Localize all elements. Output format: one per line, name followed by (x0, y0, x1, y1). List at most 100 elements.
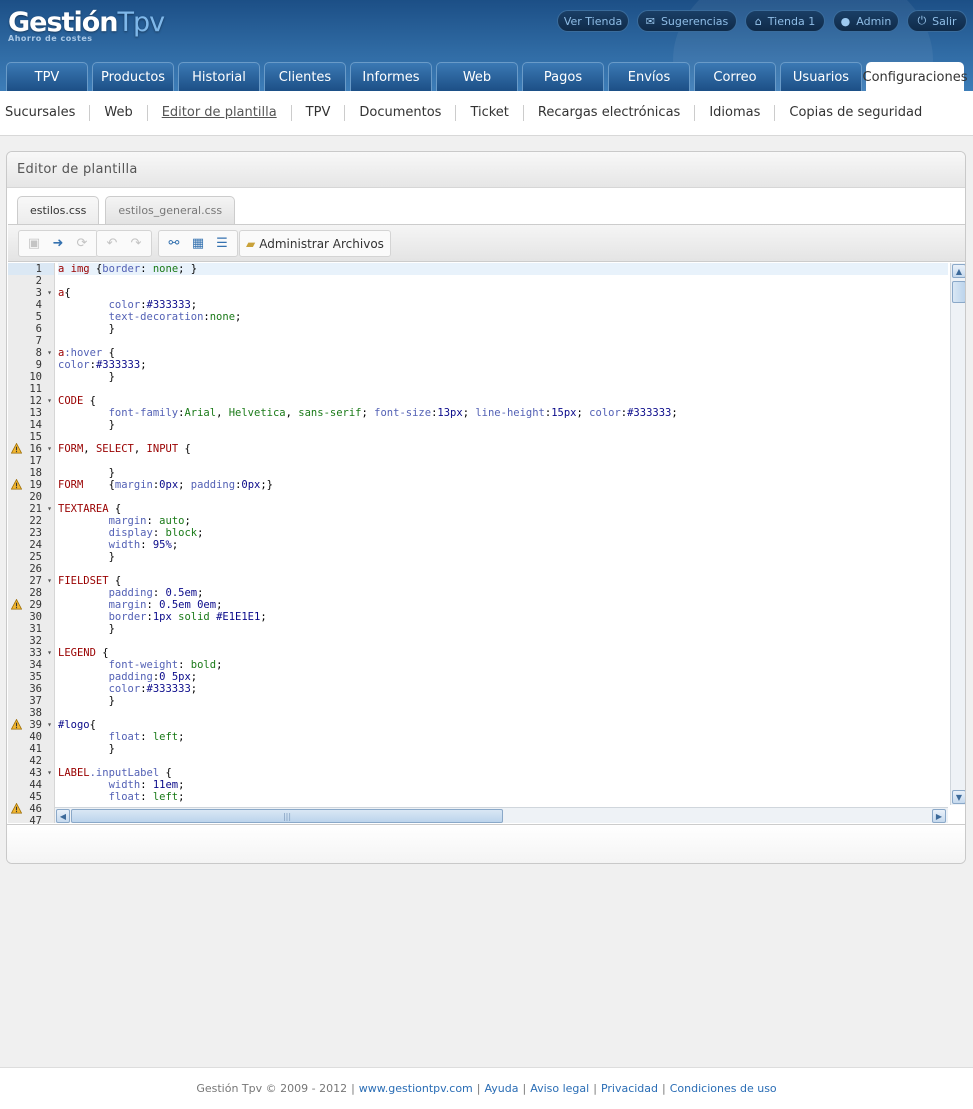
fold-arrow-icon[interactable]: ▾ (47, 767, 52, 779)
horizontal-scrollbar[interactable]: ◀ ||| ▶ (55, 807, 948, 823)
format-icon[interactable]: ☰ (211, 234, 233, 254)
footer-link-aviso-legal[interactable]: Aviso legal (530, 1082, 589, 1095)
line-number: 4 (35, 299, 42, 311)
vertical-scroll-thumb[interactable] (952, 281, 965, 303)
subnav-tpv[interactable]: TPV (292, 105, 346, 121)
fold-arrow-icon[interactable]: ▾ (47, 719, 52, 731)
code-editor[interactable]: 1 2 3 ▾ 4 5 6 7 8 ▾ 9 10 11 12 ▾ 13 14 15 16 ▾ 17 18 19 20 21 ▾ 22… (8, 263, 965, 827)
warning-icon[interactable] (10, 478, 23, 490)
subnav-recargas[interactable]: Recargas electrónicas (524, 105, 696, 121)
tienda-link[interactable]: ⌂ Tienda 1 (745, 10, 825, 32)
scroll-right-icon[interactable]: ▶ (932, 809, 946, 823)
salir-link[interactable]: ⏻ Salir (907, 10, 967, 32)
tab-usuarios[interactable]: Usuarios (780, 62, 862, 91)
tab-informes[interactable]: Informes (350, 62, 432, 91)
ver-tienda-link[interactable]: Ver Tienda (557, 10, 629, 32)
line-number: 36 (29, 683, 42, 695)
admin-link[interactable]: ● Admin (833, 10, 899, 32)
scroll-down-icon[interactable]: ▼ (952, 790, 965, 804)
undo-icon[interactable]: ↶ (101, 234, 123, 254)
tab-configuraciones[interactable]: Configuraciones (863, 62, 968, 91)
line-number: 46 (8, 802, 54, 815)
subnav-ticket[interactable]: Ticket (456, 105, 524, 121)
subnav-documentos[interactable]: Documentos (345, 105, 457, 121)
fullscreen-icon[interactable]: ▦ (187, 234, 209, 254)
fold-arrow-icon[interactable]: ▾ (47, 647, 52, 659)
horizontal-scroll-thumb[interactable]: ||| (71, 809, 503, 823)
logo[interactable]: GestiónTpv Ahorro de costes (8, 8, 165, 44)
tab-clientes[interactable]: Clientes (264, 62, 346, 91)
fold-arrow-icon[interactable]: ▾ (47, 395, 52, 407)
folder-icon: ▰ (246, 236, 256, 251)
subnav-editor-plantilla[interactable]: Editor de plantilla (148, 105, 292, 121)
line-number: 17 (29, 455, 42, 467)
footer-link-condiciones[interactable]: Condiciones de uso (670, 1082, 777, 1095)
copyright-text: Gestión Tpv © 2009 - 2012 (196, 1082, 348, 1095)
manage-files-group: ▰ Administrar Archivos (239, 230, 391, 257)
fold-arrow-icon[interactable]: ▾ (47, 575, 52, 587)
history-group: ↶ ↷ (96, 230, 152, 257)
save-icon[interactable]: ▣ (23, 234, 45, 254)
line-number: 12 ▾ (29, 395, 52, 407)
fold-arrow-icon[interactable]: ▾ (47, 287, 52, 299)
redo-icon[interactable]: ↷ (125, 234, 147, 254)
file-tabs: estilos.css estilos_general.css (17, 196, 236, 224)
sugerencias-link[interactable]: ✉ Sugerencias (637, 10, 737, 32)
warning-icon[interactable] (10, 718, 23, 730)
editor-toolbar: ▣ ➜ ⟳ ↶ ↷ ⚯ ▦ ☰ ▰ Administrar Archivos (8, 224, 965, 262)
fold-arrow-icon[interactable]: ▾ (47, 443, 52, 455)
separator: | (351, 1082, 355, 1095)
arrow-right-icon[interactable]: ➜ (47, 234, 69, 254)
code-line: TEXTAREA { (58, 503, 122, 515)
line-number: 6 (35, 323, 42, 335)
manage-files-label: Administrar Archivos (259, 236, 384, 251)
file-tab-estilos[interactable]: estilos.css (17, 196, 100, 224)
subnav-copias-seguridad[interactable]: Copias de seguridad (775, 105, 936, 121)
subnav-idiomas[interactable]: Idiomas (695, 105, 776, 121)
refresh-icon[interactable]: ⟳ (71, 234, 93, 254)
line-number: 23 (29, 527, 42, 539)
footer-link-ayuda[interactable]: Ayuda (485, 1082, 519, 1095)
scroll-up-icon[interactable]: ▲ (952, 264, 965, 278)
vertical-scrollbar[interactable]: ▲ ▼ (950, 263, 965, 805)
sub-nav: Sucursales Web Editor de plantilla TPV D… (0, 91, 973, 136)
footer-link-privacidad[interactable]: Privacidad (601, 1082, 658, 1095)
file-actions-group: ▣ ➜ ⟳ (18, 230, 98, 257)
line-number: 13 (29, 407, 42, 419)
subnav-sucursales[interactable]: Sucursales (0, 105, 91, 121)
sugerencias-label: Sugerencias (660, 14, 729, 28)
panel-footer (7, 824, 965, 863)
warning-icon[interactable] (10, 442, 23, 454)
tab-productos[interactable]: Productos (92, 62, 174, 91)
tab-envios[interactable]: Envíos (608, 62, 690, 91)
tab-pagos[interactable]: Pagos (522, 62, 604, 91)
code-line: } (58, 323, 115, 335)
scroll-left-icon[interactable]: ◀ (56, 809, 70, 823)
line-number: 20 (29, 491, 42, 503)
line-number: 16 ▾ (8, 442, 54, 455)
code-line: display: block; (108, 527, 204, 539)
fold-arrow-icon[interactable]: ▾ (47, 503, 52, 515)
tab-historial[interactable]: Historial (178, 62, 260, 91)
code-line: } (58, 371, 115, 383)
code-line: } (58, 551, 115, 563)
subnav-web[interactable]: Web (90, 105, 148, 121)
tab-correo[interactable]: Correo (694, 62, 776, 91)
manage-files-button[interactable]: ▰ Administrar Archivos (244, 234, 386, 254)
tab-tpv[interactable]: TPV (6, 62, 88, 91)
tab-web[interactable]: Web (436, 62, 518, 91)
code-line: color:#333333; (108, 683, 198, 695)
code-line: } (58, 419, 115, 431)
binoculars-icon[interactable]: ⚯ (163, 234, 185, 254)
warning-icon[interactable] (10, 802, 23, 814)
warning-icon[interactable] (10, 598, 23, 610)
footer-link-website[interactable]: www.gestiontpv.com (359, 1082, 473, 1095)
line-number: 42 (29, 755, 42, 767)
fold-arrow-icon[interactable]: ▾ (47, 347, 52, 359)
line-number: 1 (8, 263, 54, 275)
line-number: 35 (29, 671, 42, 683)
file-tab-estilos-general[interactable]: estilos_general.css (105, 196, 236, 224)
code-area[interactable]: a img {border: none; } a{ color:#333333; … (58, 263, 948, 805)
